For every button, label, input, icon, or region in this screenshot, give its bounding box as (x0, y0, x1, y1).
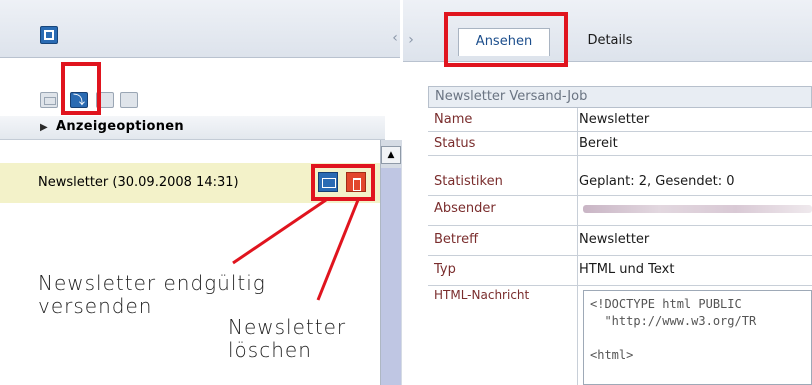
annotation-delete: Newsletter löschen (228, 316, 346, 362)
annotation-send-line1: Newsletter endgültig (38, 271, 266, 295)
arrow-send (232, 198, 327, 265)
value-name: Newsletter (579, 112, 650, 127)
row-statistics: Statistiken Geplant: 2, Gesendet: 0 (428, 156, 812, 196)
value-subject: Newsletter (579, 232, 650, 247)
annotation-delete-line1: Newsletter (228, 315, 347, 339)
row-type: Typ HTML und Text (428, 256, 812, 286)
html-message-preview[interactable]: <!DOCTYPE html PUBLIC "http://www.w3.org… (583, 290, 812, 385)
label-status: Status (434, 136, 476, 151)
tab-details[interactable]: Details (575, 28, 645, 56)
value-statistics: Geplant: 2, Gesendet: 0 (579, 174, 735, 189)
label-sender: Absender (434, 201, 496, 216)
value-type: HTML und Text (579, 262, 675, 277)
label-statistics: Statistiken (434, 174, 503, 189)
label-type: Typ (434, 262, 456, 277)
annotation-send: Newsletter endgültig versenden (38, 272, 266, 318)
right-splitter-handle[interactable]: › (404, 22, 418, 58)
value-status: Bereit (579, 136, 618, 151)
label-html-message: HTML-Nachricht (434, 288, 530, 302)
arrow-delete (316, 199, 360, 301)
label-name: Name (434, 112, 473, 127)
annotation-delete-line2: löschen (228, 338, 312, 362)
sender-redacted (583, 205, 812, 213)
job-title: Newsletter Versand-Job (428, 86, 812, 108)
row-subject: Betreff Newsletter (428, 226, 812, 256)
highlight-box-tab (444, 12, 568, 67)
row-status: Status Bereit (428, 132, 812, 156)
label-subject: Betreff (434, 232, 479, 247)
row-name: Name Newsletter (428, 108, 812, 132)
